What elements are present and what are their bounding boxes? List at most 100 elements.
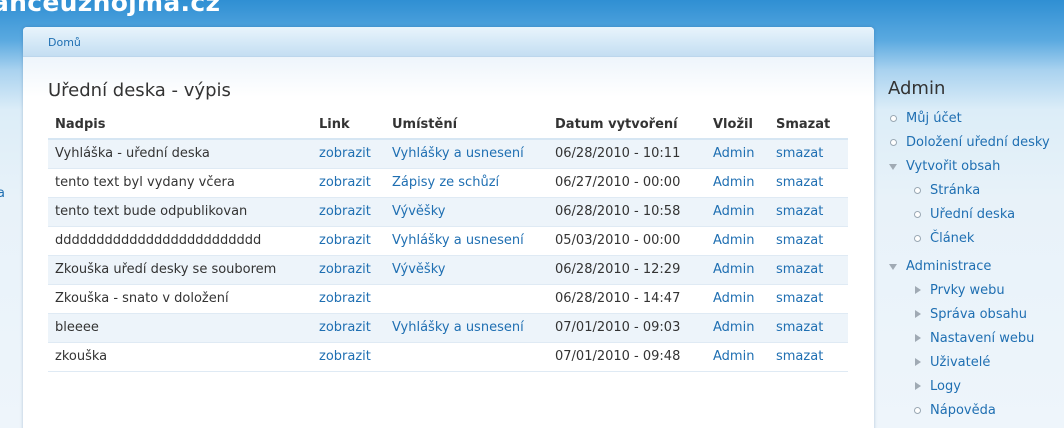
sidebar-item-label[interactable]: Článek: [930, 231, 974, 246]
cell-title: bleeee: [48, 313, 312, 343]
sidebar-subitem-article[interactable]: Článek: [912, 227, 1064, 251]
sidebar-item-label[interactable]: Doložení uřední desky: [906, 135, 1050, 150]
table-row: bleeee zobrazit Vyhlášky a usnesení 07/0…: [48, 313, 848, 343]
records-table: Nadpis Link Umístění Datum vytvoření Vlo…: [48, 117, 848, 372]
location-link[interactable]: Vyhlášky a usnesení: [392, 233, 524, 248]
bullet-icon: [914, 211, 921, 218]
column-header-author[interactable]: Vložil: [706, 117, 769, 140]
sidebar-item-label[interactable]: Nastavení webu: [930, 331, 1034, 346]
cell-date: 05/03/2010 - 00:00: [548, 226, 706, 256]
column-header-location[interactable]: Umístění: [385, 117, 548, 140]
cell-date: 06/28/2010 - 14:47: [548, 284, 706, 314]
cell-title: tento text bude odpublikovan: [48, 197, 312, 227]
sidebar-subitem-notice-board[interactable]: Uřední deska: [912, 203, 1064, 227]
view-link[interactable]: zobrazit: [319, 291, 371, 306]
cell-date: 06/28/2010 - 10:11: [548, 139, 706, 169]
view-link[interactable]: zobrazit: [319, 320, 371, 335]
sidebar-item-notice-board-upload[interactable]: Doložení uřední desky: [888, 131, 1064, 155]
author-link[interactable]: Admin: [713, 262, 754, 277]
sidebar-item-label[interactable]: Správa obsahu: [930, 307, 1027, 322]
delete-link[interactable]: smazat: [776, 204, 823, 219]
sidebar-item-create-content[interactable]: Vytvořit obsah Stránka Uřední deska Člán…: [888, 155, 1064, 251]
view-link[interactable]: zobrazit: [319, 233, 371, 248]
location-link[interactable]: Vyhlášky a usnesení: [392, 146, 524, 161]
author-link[interactable]: Admin: [713, 349, 754, 364]
location-link[interactable]: Vývěšky: [392, 204, 445, 219]
table-row: tento text bude odpublikovan zobrazit Vý…: [48, 197, 848, 227]
breadcrumb-home-link[interactable]: Domů: [48, 36, 81, 49]
page-title: Uřední deska - výpis: [48, 80, 231, 101]
sidebar-subitem-site-configuration[interactable]: Nastavení webu: [912, 327, 1064, 351]
table-row: Zkouška - snato v doložení zobrazit 06/2…: [48, 284, 848, 314]
delete-link[interactable]: smazat: [776, 291, 823, 306]
view-link[interactable]: zobrazit: [319, 349, 371, 364]
cell-title: Zkouška - snato v doložení: [48, 284, 312, 314]
author-link[interactable]: Admin: [713, 146, 754, 161]
cell-title: ddddddddddddddddddddddddd: [48, 226, 312, 256]
delete-link[interactable]: smazat: [776, 175, 823, 190]
sidebar-item-label[interactable]: Stránka: [930, 183, 980, 198]
sidebar-item-label[interactable]: Uřední deska: [930, 207, 1015, 222]
bullet-icon: [890, 115, 897, 122]
sidebar-subitem-page[interactable]: Stránka: [912, 179, 1064, 203]
site-title[interactable]: anceuznojma.cz: [0, 0, 220, 17]
sidebar-item-label[interactable]: Logy: [930, 379, 961, 394]
cell-date: 06/27/2010 - 00:00: [548, 168, 706, 198]
breadcrumb: Domů: [23, 27, 874, 57]
collapsed-arrow-icon[interactable]: [915, 358, 921, 366]
author-link[interactable]: Admin: [713, 175, 754, 190]
view-link[interactable]: zobrazit: [319, 262, 371, 277]
delete-link[interactable]: smazat: [776, 262, 823, 277]
sidebar-subitem-site-building[interactable]: Prvky webu: [912, 279, 1064, 303]
delete-link[interactable]: smazat: [776, 146, 823, 161]
location-link[interactable]: Vyhlášky a usnesení: [392, 320, 524, 335]
table-row: ddddddddddddddddddddddddd zobrazit Vyhlá…: [48, 226, 848, 256]
author-link[interactable]: Admin: [713, 291, 754, 306]
author-link[interactable]: Admin: [713, 320, 754, 335]
sidebar-title: Admin: [888, 78, 946, 99]
sidebar-item-label[interactable]: Vytvořit obsah: [906, 159, 1000, 174]
sidebar-subitem-help[interactable]: Nápověda: [912, 399, 1064, 423]
collapsed-arrow-icon[interactable]: [915, 310, 921, 318]
cell-title: Vyhláška - uřední deska: [48, 139, 312, 169]
cell-date: 07/01/2010 - 09:03: [548, 313, 706, 343]
location-link[interactable]: Vývěšky: [392, 262, 445, 277]
bullet-icon: [914, 407, 921, 414]
cell-title: zkouška: [48, 342, 312, 372]
sidebar-subitem-logs[interactable]: Logy: [912, 375, 1064, 399]
sidebar-item-label[interactable]: Uživatelé: [930, 355, 990, 370]
sidebar-item-administration[interactable]: Administrace Prvky webu Správa obsahu Na…: [888, 255, 1064, 423]
sidebar-item-label[interactable]: Nápověda: [930, 403, 996, 418]
delete-link[interactable]: smazat: [776, 233, 823, 248]
view-link[interactable]: zobrazit: [319, 146, 371, 161]
sidebar-item-label[interactable]: Prvky webu: [930, 283, 1005, 298]
cell-title: tento text byl vydany včera: [48, 168, 312, 198]
column-header-link[interactable]: Link: [312, 117, 385, 140]
expanded-arrow-icon[interactable]: [889, 164, 897, 170]
author-link[interactable]: Admin: [713, 204, 754, 219]
bullet-icon: [914, 187, 921, 194]
bullet-icon: [890, 139, 897, 146]
administration-submenu: Prvky webu Správa obsahu Nastavení webu …: [906, 279, 1064, 423]
delete-link[interactable]: smazat: [776, 320, 823, 335]
column-header-delete[interactable]: Smazat: [769, 117, 848, 140]
location-link[interactable]: Zápisy ze schůzí: [392, 175, 499, 190]
sidebar-item-label[interactable]: Administrace: [906, 259, 991, 274]
sidebar-item-my-account[interactable]: Můj účet: [888, 107, 1064, 131]
collapsed-arrow-icon[interactable]: [915, 382, 921, 390]
delete-link[interactable]: smazat: [776, 349, 823, 364]
expanded-arrow-icon[interactable]: [889, 264, 897, 270]
sidebar-subitem-users[interactable]: Uživatelé: [912, 351, 1064, 375]
sidebar-subitem-content-management[interactable]: Správa obsahu: [912, 303, 1064, 327]
view-link[interactable]: zobrazit: [319, 204, 371, 219]
sidebar-item-label[interactable]: Můj účet: [906, 111, 962, 126]
table-header-row: Nadpis Link Umístění Datum vytvoření Vlo…: [48, 117, 848, 140]
left-edge-link[interactable]: a: [0, 186, 5, 201]
author-link[interactable]: Admin: [713, 233, 754, 248]
view-link[interactable]: zobrazit: [319, 175, 371, 190]
collapsed-arrow-icon[interactable]: [915, 286, 921, 294]
column-header-date[interactable]: Datum vytvoření: [548, 117, 706, 140]
collapsed-arrow-icon[interactable]: [915, 334, 921, 342]
admin-menu: Můj účet Doložení uřední desky Vytvořit …: [888, 107, 1064, 423]
column-header-title[interactable]: Nadpis: [48, 117, 312, 140]
